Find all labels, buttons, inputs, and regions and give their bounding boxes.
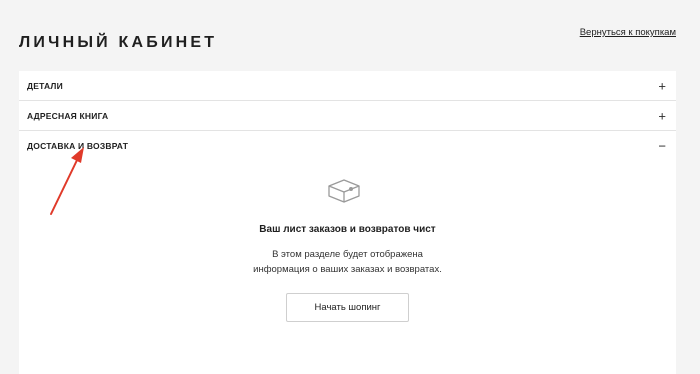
accordion-item-label: АДРЕСНАЯ КНИГА bbox=[27, 110, 109, 121]
accordion-item-label: ДЕТАЛИ bbox=[27, 80, 63, 91]
start-shopping-button[interactable]: Начать шопинг bbox=[286, 293, 409, 322]
empty-state-title: Ваш лист заказов и возвратов чист bbox=[259, 224, 436, 235]
minus-icon[interactable]: − bbox=[658, 139, 666, 152]
plus-icon[interactable]: + bbox=[658, 79, 666, 92]
back-to-shopping-link[interactable]: Вернуться к покупкам bbox=[580, 27, 676, 38]
plus-icon[interactable]: + bbox=[658, 109, 666, 122]
orders-empty-state: Ваш лист заказов и возвратов чист В этом… bbox=[19, 160, 676, 370]
accordion-item-details[interactable]: ДЕТАЛИ + bbox=[19, 71, 676, 101]
empty-state-description-line: информация о ваших заказах и возвратах. bbox=[253, 264, 442, 275]
accordion-item-delivery-returns[interactable]: ДОСТАВКА И ВОЗВРАТ − bbox=[19, 131, 676, 160]
account-panel: ДЕТАЛИ + АДРЕСНАЯ КНИГА + ДОСТАВКА И ВОЗ… bbox=[19, 71, 676, 374]
empty-state-description-line: В этом разделе будет отображена bbox=[272, 249, 423, 260]
empty-state-description: В этом разделе будет отображена информац… bbox=[19, 247, 676, 277]
page-title: ЛИЧНЫЙ КАБИНЕТ bbox=[19, 34, 218, 51]
accordion-item-label: ДОСТАВКА И ВОЗВРАТ bbox=[27, 140, 129, 151]
accordion-item-address-book[interactable]: АДРЕСНАЯ КНИГА + bbox=[19, 101, 676, 131]
box-icon bbox=[328, 179, 360, 203]
